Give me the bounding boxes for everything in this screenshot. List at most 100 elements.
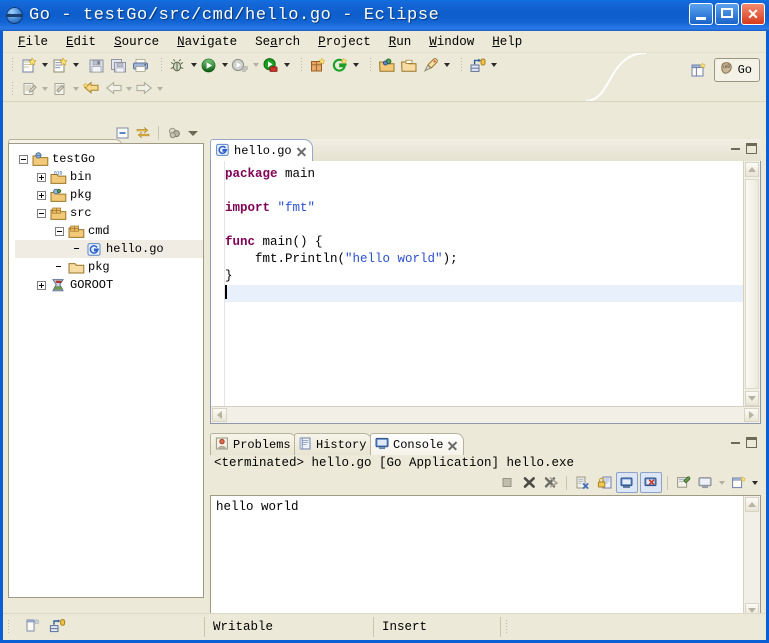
open-console-dropdown-icon[interactable]	[750, 473, 759, 493]
display-selected-console-dropdown-icon[interactable]	[717, 473, 726, 493]
open-console-icon[interactable]	[728, 473, 748, 492]
expander-icon[interactable]	[55, 227, 64, 236]
pin-editor-icon[interactable]	[420, 55, 442, 76]
new-wizard-icon[interactable]	[18, 55, 40, 76]
toolbar-grip[interactable]	[11, 57, 14, 73]
open-type-icon[interactable]	[376, 55, 398, 76]
last-edit-location-icon[interactable]	[80, 79, 102, 100]
tree-item-src[interactable]: src	[15, 204, 203, 222]
remove-launch-icon[interactable]	[519, 473, 539, 492]
minimize-button[interactable]	[689, 3, 713, 25]
tree-item-goroot[interactable]: GOROOT	[15, 276, 203, 294]
editor-maximize-icon[interactable]	[746, 143, 757, 154]
editor-minimize-icon[interactable]	[730, 143, 741, 154]
previous-annotation-icon[interactable]	[49, 79, 71, 100]
show-console-on-output-icon[interactable]	[616, 472, 638, 493]
next-annotation-icon[interactable]	[18, 79, 40, 100]
tree-item-pkg-inner[interactable]: pkg	[15, 258, 203, 276]
debug-dropdown-icon[interactable]	[189, 55, 198, 75]
new-go-file-dropdown-icon[interactable]	[71, 55, 80, 75]
editor-vscroll-thumb[interactable]	[745, 179, 759, 389]
console-minimize-icon[interactable]	[730, 437, 741, 448]
link-with-editor-icon[interactable]	[134, 125, 152, 142]
collapse-all-icon[interactable]	[113, 125, 131, 142]
editor-horizontal-scrollbar[interactable]	[211, 406, 760, 423]
terminate-icon[interactable]	[497, 473, 517, 492]
menu-search[interactable]: Search	[246, 33, 309, 51]
console-maximize-icon[interactable]	[746, 437, 757, 448]
show-console-on-error-icon[interactable]	[640, 472, 662, 493]
editor-source-text[interactable]: package main import "fmt" func main() { …	[225, 161, 744, 407]
run-last-tool-icon[interactable]	[229, 55, 251, 76]
expander-icon[interactable]	[19, 155, 28, 164]
new-go-project-icon[interactable]	[329, 55, 351, 76]
menu-project[interactable]: Project	[309, 33, 380, 51]
run-last-tool-dropdown-icon[interactable]	[251, 55, 260, 75]
forward-dropdown-icon[interactable]	[155, 79, 164, 99]
clear-console-icon[interactable]	[572, 473, 592, 492]
tab-history[interactable]: History	[294, 433, 372, 456]
save-icon[interactable]	[85, 55, 107, 76]
perspective-go-button[interactable]: Go	[714, 58, 760, 82]
toolbar-grip[interactable]	[300, 57, 303, 73]
tree-item-pkg-top[interactable]: pkg	[15, 186, 203, 204]
tree-item-bin[interactable]: 010 bin	[15, 168, 203, 186]
display-selected-console-icon[interactable]	[695, 473, 715, 492]
open-resource-icon[interactable]	[398, 55, 420, 76]
tree-item-testgo[interactable]: testGo	[15, 150, 203, 168]
menu-help[interactable]: Help	[483, 33, 531, 51]
menu-window[interactable]: Window	[420, 33, 483, 51]
expander-icon[interactable]	[37, 209, 46, 218]
editor-close-icon[interactable]	[296, 146, 307, 157]
print-icon[interactable]	[129, 55, 151, 76]
menu-edit[interactable]: Edit	[57, 33, 105, 51]
open-perspective-icon[interactable]	[688, 60, 710, 81]
run-icon[interactable]	[198, 55, 220, 76]
build-icon[interactable]	[467, 55, 489, 76]
maximize-button[interactable]	[715, 3, 739, 25]
tab-hello-go[interactable]: hello.go	[210, 139, 313, 163]
console-vertical-scrollbar[interactable]	[743, 496, 760, 619]
previous-annotation-dropdown-icon[interactable]	[71, 79, 80, 99]
debug-icon[interactable]	[167, 55, 189, 76]
menu-navigate[interactable]: Navigate	[168, 33, 246, 51]
editor-vertical-scrollbar[interactable]	[743, 161, 760, 407]
menu-run[interactable]: Run	[380, 33, 421, 51]
toolbar-grip[interactable]	[11, 81, 14, 97]
scroll-left-icon[interactable]	[212, 408, 227, 422]
console-close-icon[interactable]	[447, 440, 458, 451]
menu-file[interactable]: File	[9, 33, 57, 51]
back-dropdown-icon[interactable]	[124, 79, 133, 99]
expander-icon[interactable]	[37, 191, 46, 200]
expander-icon[interactable]	[37, 173, 46, 182]
editor-annotation-ruler[interactable]	[211, 161, 225, 423]
external-tools-dropdown-icon[interactable]	[282, 55, 291, 75]
toolbar-grip[interactable]	[160, 57, 163, 73]
toolbar-grip[interactable]	[460, 57, 463, 73]
toolbar-grip[interactable]	[369, 57, 372, 73]
pin-editor-dropdown-icon[interactable]	[442, 55, 451, 75]
code-editor[interactable]: package main import "fmt" func main() { …	[210, 161, 761, 424]
scroll-up-icon[interactable]	[745, 497, 759, 512]
scroll-lock-icon[interactable]	[594, 473, 614, 492]
forward-icon[interactable]	[133, 79, 155, 100]
save-all-icon[interactable]	[107, 55, 129, 76]
pin-console-icon[interactable]	[673, 473, 693, 492]
scroll-down-icon[interactable]	[745, 391, 759, 406]
view-menu-icon[interactable]	[186, 125, 200, 141]
external-tools-icon[interactable]	[260, 55, 282, 76]
new-go-package-icon[interactable]	[307, 55, 329, 76]
remove-all-terminated-icon[interactable]	[541, 473, 561, 492]
new-wizard-dropdown-icon[interactable]	[40, 55, 49, 75]
expander-icon[interactable]	[37, 281, 46, 290]
next-annotation-dropdown-icon[interactable]	[40, 79, 49, 99]
view-filters-icon[interactable]	[165, 125, 183, 142]
new-go-file-icon[interactable]	[49, 55, 71, 76]
project-explorer-tree[interactable]: testGo 010 bin	[8, 143, 204, 598]
menu-source[interactable]: Source	[105, 33, 168, 51]
tab-problems[interactable]: Problems	[210, 433, 297, 456]
scroll-up-icon[interactable]	[745, 162, 759, 177]
new-go-project-dropdown-icon[interactable]	[351, 55, 360, 75]
run-dropdown-icon[interactable]	[220, 55, 229, 75]
tab-console[interactable]: Console	[370, 433, 464, 456]
